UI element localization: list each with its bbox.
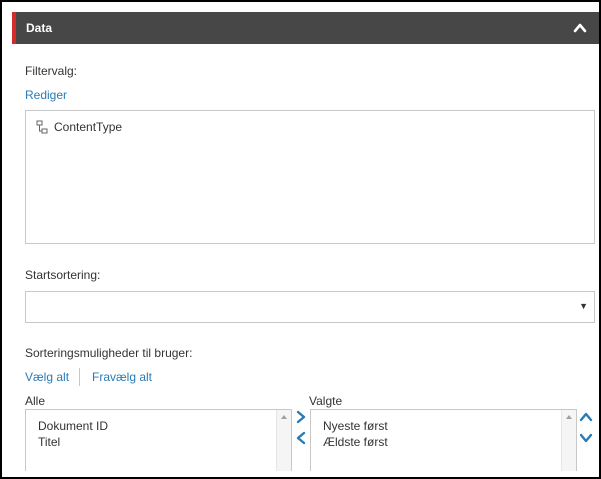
data-panel: Data Filtervalg: Rediger ContentType Sta… — [0, 0, 601, 479]
chevron-up-icon[interactable] — [579, 410, 593, 424]
available-scrollbar[interactable] — [276, 410, 291, 471]
link-divider — [79, 368, 80, 386]
deselect-all-link[interactable]: Fravælg alt — [92, 370, 152, 384]
start-sort-label: Startsortering: — [25, 268, 101, 282]
available-items: Dokument ID Titel — [26, 418, 108, 450]
scroll-up-icon[interactable] — [281, 415, 287, 419]
selected-listbox[interactable]: Nyeste først Ældste først — [310, 409, 577, 471]
chevron-up-icon[interactable] — [573, 21, 587, 35]
list-item[interactable]: Titel — [26, 434, 108, 450]
edit-filter-link[interactable]: Rediger — [25, 88, 67, 102]
available-listbox[interactable]: Dokument ID Titel — [25, 409, 292, 471]
selected-label: Valgte — [309, 394, 343, 408]
list-item[interactable]: Ældste først — [311, 434, 388, 450]
scroll-up-icon[interactable] — [566, 415, 572, 419]
filter-label: Filtervalg: — [25, 64, 78, 78]
panel-header[interactable]: Data — [12, 12, 599, 44]
user-sort-label: Sorteringsmuligheder til bruger: — [25, 346, 193, 360]
panel-title: Data — [26, 21, 53, 35]
hierarchy-icon — [36, 120, 48, 134]
list-item[interactable]: Dokument ID — [26, 418, 108, 434]
filter-tree: ContentType — [25, 110, 595, 244]
available-label: Alle — [25, 394, 46, 408]
list-item[interactable]: Nyeste først — [311, 418, 388, 434]
tree-item-contenttype[interactable]: ContentType — [36, 120, 122, 134]
chevron-left-icon[interactable] — [294, 431, 308, 445]
selected-items: Nyeste først Ældste først — [311, 418, 388, 450]
chevron-right-icon[interactable] — [294, 410, 308, 424]
select-all-link[interactable]: Vælg alt — [25, 370, 69, 384]
start-sort-select[interactable]: ▼ — [25, 291, 595, 323]
tree-item-label: ContentType — [54, 120, 123, 134]
dropdown-caret-icon: ▼ — [579, 301, 588, 311]
selected-scrollbar[interactable] — [561, 410, 576, 471]
chevron-down-icon[interactable] — [579, 431, 593, 445]
